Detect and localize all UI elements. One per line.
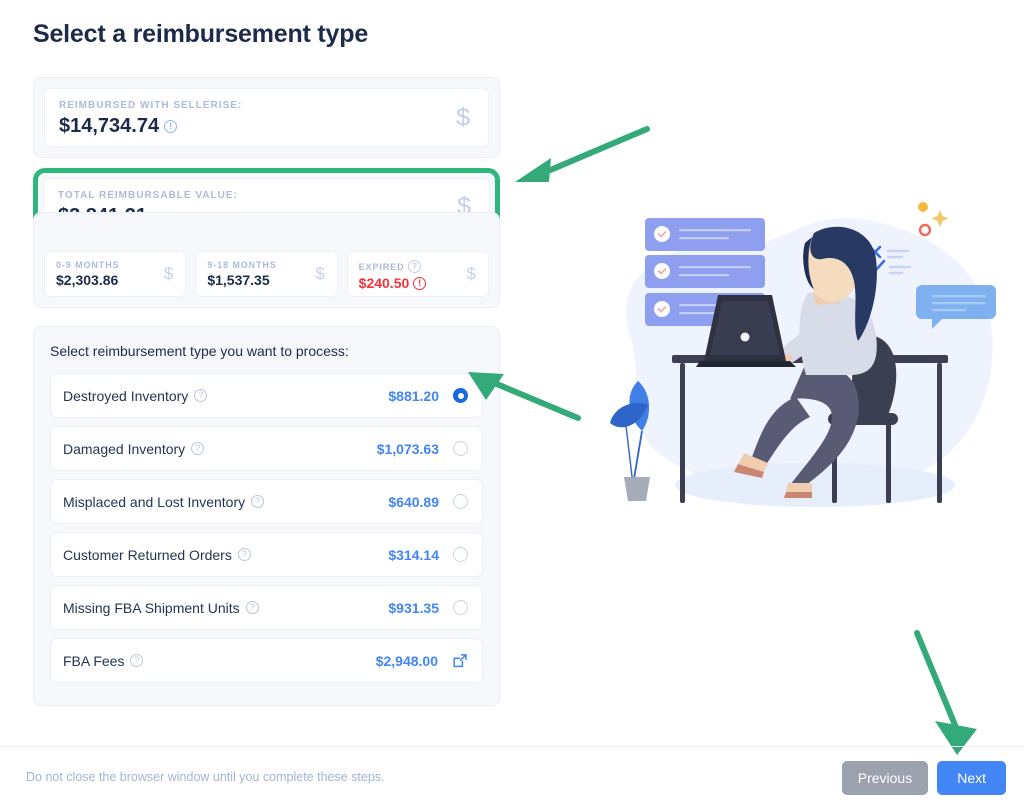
radio-misplaced-and-lost-inventory[interactable]: [453, 494, 468, 509]
dollar-watermark-icon: $: [456, 103, 470, 131]
page-title: Select a reimbursement type: [33, 20, 369, 48]
dollar-watermark-icon: $: [466, 264, 476, 283]
breakdown-panel: 0-9 MONTHS $2,303.86 $ 9-18 MONTHS $1,53…: [33, 212, 500, 308]
woman-working-at-desk-illustration: [610, 202, 996, 507]
option-label: Missing FBA Shipment Units: [63, 599, 240, 616]
footer-divider: [0, 746, 1024, 747]
option-label-group: Missing FBA Shipment Units ?: [63, 600, 388, 616]
option-row-fba-fees[interactable]: FBA Fees ? $2,948.00: [50, 638, 483, 683]
help-circle-icon[interactable]: ?: [251, 495, 265, 508]
left-column: REIMBURSED WITH SELLERISE: $14,734.74 ! …: [33, 77, 500, 706]
page-root: Select a reimbursement type REIMBURSED W…: [0, 0, 1024, 807]
option-label: Misplaced and Lost Inventory: [63, 493, 246, 510]
option-label: FBA Fees: [63, 652, 125, 669]
potted-plant: [610, 381, 650, 501]
option-row-destroyed-inventory[interactable]: Destroyed Inventory ? $881.20: [50, 373, 483, 418]
breakdown-label: 0-9 MONTHS: [56, 260, 174, 270]
option-label-group: FBA Fees ?: [63, 653, 376, 669]
breakdown-label: 9-18 MONTHS: [207, 260, 325, 270]
option-label-group: Customer Returned Orders ?: [63, 547, 388, 563]
option-label: Customer Returned Orders: [63, 546, 232, 563]
option-amount: $931.35: [388, 599, 439, 616]
breakdown-value-group: $240.50 !: [359, 275, 477, 291]
next-button[interactable]: Next: [937, 761, 1006, 795]
reimbursed-panel: REIMBURSED WITH SELLERISE: $14,734.74 ! …: [33, 77, 500, 158]
help-circle-icon[interactable]: ?: [245, 601, 259, 614]
option-label-group: Destroyed Inventory ?: [63, 388, 388, 404]
option-label-group: Misplaced and Lost Inventory ?: [63, 494, 388, 510]
footer-note: Do not close the browser window until yo…: [26, 770, 385, 784]
info-circle-icon[interactable]: !: [164, 120, 178, 133]
option-label: Destroyed Inventory: [63, 387, 189, 404]
check-card-2: [645, 255, 765, 288]
reimbursed-card: REIMBURSED WITH SELLERISE: $14,734.74 ! …: [44, 88, 489, 147]
option-label: Damaged Inventory: [63, 440, 186, 457]
total-reimbursable-label: TOTAL REIMBURSABLE VALUE:: [58, 190, 238, 201]
selection-heading: Select reimbursement type you want to pr…: [50, 343, 349, 359]
reimbursed-value-group: $14,734.74 !: [59, 115, 474, 138]
option-label-group: Damaged Inventory ?: [63, 441, 377, 457]
breakdown-value: $240.50: [358, 275, 410, 291]
option-amount: $881.20: [388, 387, 439, 404]
footer-buttons: Previous Next: [841, 761, 1006, 795]
check-card-1: [645, 218, 765, 251]
reimbursed-label: REIMBURSED WITH SELLERISE:: [59, 100, 243, 111]
radio-destroyed-inventory[interactable]: [453, 388, 468, 403]
breakdown-value-group: $1,537.35: [207, 272, 325, 288]
breakdown-value: $2,303.86: [56, 272, 119, 288]
breakdown-value-group: $2,303.86: [56, 272, 174, 288]
clock-help-icon[interactable]: ?: [408, 260, 422, 273]
breakdown-row: 0-9 MONTHS $2,303.86 $ 9-18 MONTHS $1,53…: [44, 251, 489, 297]
option-amount: $2,948.00: [375, 652, 438, 669]
breakdown-label-text: 9-18 MONTHS: [207, 260, 277, 270]
radio-customer-returned-orders[interactable]: [453, 547, 468, 562]
breakdown-value: $1,537.35: [207, 272, 270, 288]
help-circle-icon[interactable]: ?: [191, 442, 205, 455]
option-row-damaged-inventory[interactable]: Damaged Inventory ? $1,073.63: [50, 426, 483, 471]
dollar-watermark-icon: $: [315, 264, 325, 283]
help-circle-icon[interactable]: ?: [130, 654, 144, 667]
arrow-to-next-button: [914, 630, 977, 755]
alert-circle-icon[interactable]: !: [413, 276, 427, 290]
breakdown-card-0-9-months: 0-9 MONTHS $2,303.86 $: [44, 251, 187, 297]
previous-button[interactable]: Previous: [841, 761, 929, 795]
help-circle-icon[interactable]: ?: [194, 389, 208, 402]
breakdown-card-expired: EXPIRED ? $240.50 ! $: [346, 251, 489, 297]
external-link-icon[interactable]: [452, 653, 468, 669]
option-row-missing-fba-shipment-units[interactable]: Missing FBA Shipment Units ? $931.35: [50, 585, 483, 630]
option-amount: $314.14: [388, 546, 439, 563]
help-circle-icon[interactable]: ?: [237, 548, 251, 561]
breakdown-label-text: 0-9 MONTHS: [56, 260, 120, 270]
sparkle-decorations: [918, 202, 949, 237]
breakdown-label-text: EXPIRED: [358, 261, 405, 272]
option-row-misplaced-and-lost-inventory[interactable]: Misplaced and Lost Inventory ? $640.89: [50, 479, 483, 524]
option-row-customer-returned-orders[interactable]: Customer Returned Orders ? $314.14: [50, 532, 483, 577]
option-amount: $1,073.63: [376, 440, 439, 457]
radio-damaged-inventory[interactable]: [453, 441, 468, 456]
radio-missing-fba-shipment-units[interactable]: [453, 600, 468, 615]
arrow-to-total-reimbursable: [515, 126, 650, 182]
breakdown-card-9-18-months: 9-18 MONTHS $1,537.35 $: [195, 251, 338, 297]
reimbursed-value: $14,734.74: [59, 115, 160, 137]
breakdown-label: EXPIRED ?: [359, 260, 477, 273]
dollar-watermark-icon: $: [163, 264, 174, 283]
selection-panel: Select reimbursement type you want to pr…: [33, 326, 500, 706]
option-amount: $640.89: [388, 493, 439, 510]
